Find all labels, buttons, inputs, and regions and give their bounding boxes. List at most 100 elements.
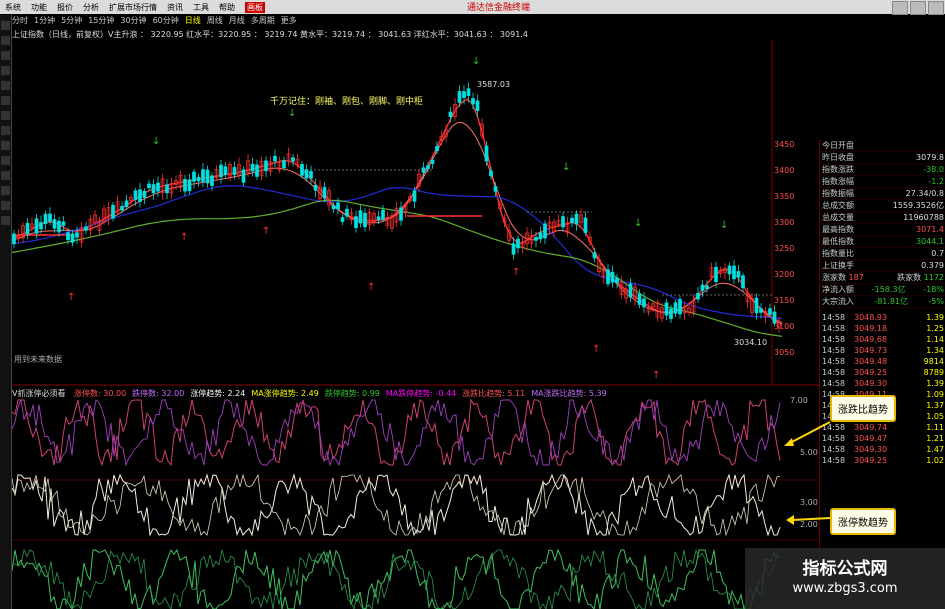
indicator-value: MA跌停趋势: -0.44: [385, 389, 457, 398]
flow-row: 净流入额 -158.3亿 -18%: [820, 285, 945, 296]
updown-row: 涨家数 187 跌家数 1172: [820, 273, 945, 284]
quote-row: 总成交量 11960788: [820, 213, 945, 224]
tool-icon[interactable]: [1, 186, 10, 195]
svg-text:↑: ↑: [262, 226, 270, 237]
menu-item[interactable]: 工具: [193, 2, 209, 13]
period-tab[interactable]: 1分钟: [34, 15, 55, 27]
window-controls: [891, 0, 945, 16]
watermark-url: www.zbgs3.com: [792, 581, 898, 596]
svg-text:↑: ↑: [652, 370, 660, 381]
tool-icon[interactable]: [1, 21, 10, 30]
indicator-info-line: 上证指数（日线，前复权）V主升浪 ： 3220.95 红水平：3220.95 ：…: [12, 30, 528, 39]
indicator-panel-1: [12, 398, 781, 467]
svg-text:↑: ↑: [67, 292, 75, 303]
quote-row: 指数振幅 27.34/0.8: [820, 189, 945, 200]
ind1-axis-tick: 7.00: [790, 396, 808, 405]
axis-tick: 3100: [774, 322, 795, 331]
site-watermark: 指标公式网 www.zbgs3.com: [745, 548, 945, 609]
tool-icon[interactable]: [1, 156, 10, 165]
menubar: 系统 功能 报价 分析 扩展市场行情 资讯 工具 帮助 画板 通达信金融终端: [0, 0, 945, 16]
indicator-value: 跌停数: 32.00: [132, 389, 185, 398]
period-tab-active[interactable]: 日线: [185, 15, 201, 27]
quote-row: 总成交额 1559.3526亿: [820, 201, 945, 212]
period-tab[interactable]: 15分钟: [88, 15, 114, 27]
kline-chart[interactable]: ↓↓↓↓↓ ↓↑↑↑↑↑↑↑ 千万记住：刚袖、刚包、刚脚、刚中柜 3587.03 …: [12, 40, 819, 609]
quote-row: 上证换手 0.379: [820, 261, 945, 272]
tool-icon[interactable]: [1, 171, 10, 180]
indicator-value: MA涨停趋势: 2.49: [251, 389, 319, 398]
indicator-header: V抓涨停必须看 涨停数: 30.00 跌停数: 32.00 涨停趋势: 2.24 MA…: [12, 388, 607, 399]
tool-icon[interactable]: [1, 96, 10, 105]
quote-row: 指数涨跌 -38.0: [820, 165, 945, 176]
menu-item[interactable]: 帮助: [219, 2, 235, 13]
svg-text:↑: ↑: [592, 344, 600, 355]
axis-tick: 3400: [774, 166, 795, 175]
tick-row: 14:58 3049.48 9814: [822, 357, 944, 366]
period-tab[interactable]: 周线: [207, 15, 223, 27]
watermark-title: 指标公式网: [802, 559, 888, 579]
high-label: 3587.03: [477, 80, 510, 89]
svg-text:↓: ↓: [288, 108, 296, 119]
flow-row: 大宗流入 -81.81亿 -5%: [820, 297, 945, 308]
menu-item[interactable]: 报价: [57, 2, 73, 13]
tool-icon[interactable]: [1, 36, 10, 45]
axis-tick: 3150: [774, 296, 795, 305]
menu-item[interactable]: 分析: [83, 2, 99, 13]
callout-arrows: [784, 421, 831, 525]
quote-row: 昨日收盘 3079.8: [820, 153, 945, 164]
axis-tick: 3050: [774, 348, 795, 357]
indicator-value: 涨停数: 30.00: [74, 389, 127, 398]
svg-text:↑: ↑: [512, 267, 520, 278]
tool-icon[interactable]: [1, 51, 10, 60]
tool-icon[interactable]: [1, 126, 10, 135]
period-tab[interactable]: 月线: [229, 15, 245, 27]
quote-row: 指数量比 0.7: [820, 249, 945, 260]
quote-row: 最低指数 3044.1: [820, 237, 945, 248]
period-tab[interactable]: 60分钟: [153, 15, 179, 27]
quote-panel: 今日开盘 昨日收盘 3079.8 指数涨跌 -38.0 指数涨幅 -1.2 指数振幅 27.34…: [819, 140, 945, 609]
period-bar: 分时 1分钟 5分钟 15分钟 30分钟 60分钟 日线 周线 月线 多周期 更…: [12, 15, 297, 27]
menu-item[interactable]: 功能: [31, 2, 47, 13]
tick-row: 14:58 3049.73 1.34: [822, 346, 944, 355]
svg-text:↑: ↑: [180, 232, 188, 243]
axis-tick: 3450: [774, 140, 795, 149]
tool-icon[interactable]: [1, 201, 10, 210]
tick-row: 14:58 3048.93 1.39: [822, 313, 944, 322]
minimize-icon[interactable]: [892, 1, 908, 15]
menu-item[interactable]: 系统: [5, 2, 21, 13]
tool-icon[interactable]: [1, 111, 10, 120]
tick-row: 14:58 3049.68 1.14: [822, 335, 944, 344]
svg-text:↑: ↑: [367, 282, 375, 293]
quote-row: 最高指数 3071.4: [820, 225, 945, 236]
menu-item-active[interactable]: 画板: [245, 1, 265, 13]
menu-item[interactable]: 扩展市场行情: [109, 2, 157, 13]
quote-row: 指数涨幅 -1.2: [820, 177, 945, 188]
axis-tick: 3350: [774, 192, 795, 201]
low-label: 3034.10: [734, 338, 767, 347]
tick-row: 14:58 3049.25 8789: [822, 368, 944, 377]
tool-icon[interactable]: [1, 66, 10, 75]
indicator-title: V抓涨停必须看: [12, 389, 66, 398]
tool-icon[interactable]: [1, 216, 10, 225]
period-tab[interactable]: 30分钟: [120, 15, 146, 27]
period-tab[interactable]: 5分钟: [61, 15, 82, 27]
axis-tick: 3200: [774, 270, 795, 279]
chart-annotation: 千万记住：刚袖、刚包、刚脚、刚中柜: [270, 95, 423, 107]
svg-text:↓: ↓: [720, 220, 728, 231]
svg-text:↓: ↓: [562, 162, 570, 173]
menu-item[interactable]: 资讯: [167, 2, 183, 13]
future-data-label: 用到未来数据: [14, 354, 62, 364]
left-toolbar: [0, 15, 12, 609]
period-tab[interactable]: 多周期: [251, 15, 275, 27]
tool-icon[interactable]: [1, 141, 10, 150]
close-icon[interactable]: [928, 1, 944, 15]
period-tab[interactable]: 分时: [12, 15, 28, 27]
indicator-value: 涨停趋势: 2.24: [190, 389, 246, 398]
indicator-panel-2: [12, 473, 781, 537]
tick-row: 14:58 3049.30 1.39: [822, 379, 944, 388]
tool-icon[interactable]: [1, 81, 10, 90]
indicator-panel-3: [12, 548, 781, 609]
svg-text:↓: ↓: [634, 218, 642, 229]
period-tab[interactable]: 更多: [281, 15, 297, 27]
maximize-icon[interactable]: [910, 1, 926, 15]
